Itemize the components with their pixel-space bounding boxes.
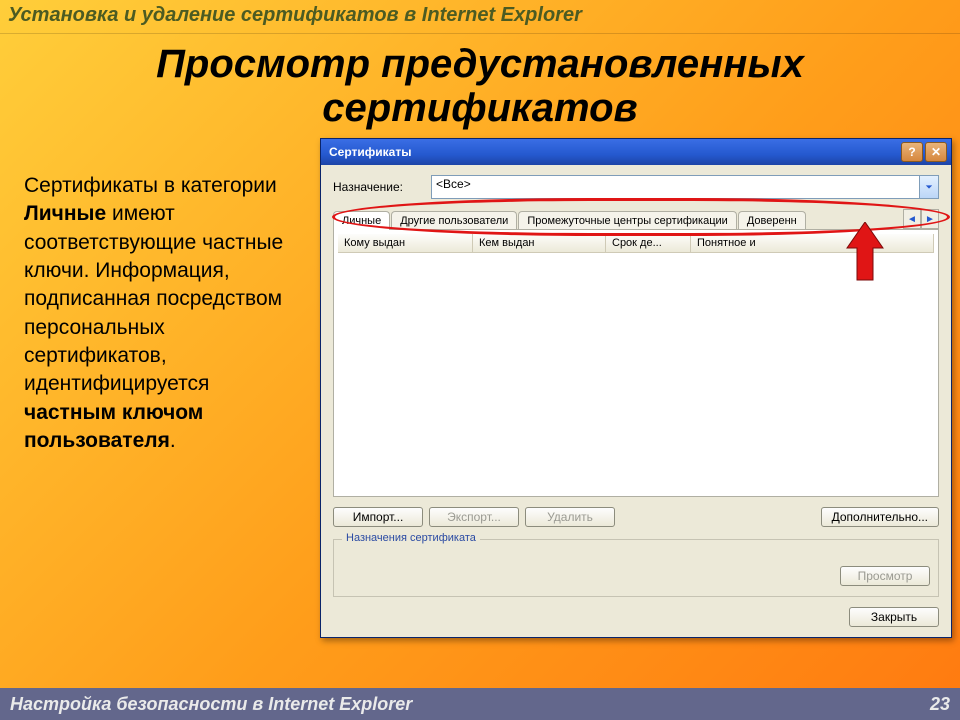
chevron-right-icon: ►: [925, 214, 935, 225]
slide-footer: Настройка безопасности в Internet Explor…: [0, 688, 960, 720]
tab-scroll-right[interactable]: ►: [921, 209, 939, 229]
footer-text: Настройка безопасности в Internet Explor…: [10, 694, 412, 715]
tab-trusted[interactable]: Доверенн: [738, 211, 806, 230]
tab-other-users[interactable]: Другие пользователи: [391, 211, 517, 230]
groupbox-title: Назначения сертификата: [342, 532, 480, 544]
page-number: 23: [930, 694, 950, 715]
view-button[interactable]: Просмотр: [840, 566, 930, 586]
slide-title: Просмотр предустановленных сертификатов: [0, 42, 960, 130]
tab-page: Кому выдан Кем выдан Срок де... Понятное…: [333, 229, 939, 497]
dialog-title: Сертификаты: [329, 145, 411, 159]
slide-body-text: Сертификаты в категории Личные имеют соо…: [24, 172, 284, 455]
slide-header: Установка и удаление сертификатов в Inte…: [0, 0, 960, 34]
chevron-left-icon: ◄: [907, 214, 917, 225]
dialog-titlebar[interactable]: Сертификаты ? ✕: [321, 139, 951, 165]
close-button[interactable]: Закрыть: [849, 607, 939, 627]
tab-personal[interactable]: Личные: [333, 211, 390, 230]
close-window-button[interactable]: ✕: [925, 142, 947, 162]
advanced-button[interactable]: Дополнительно...: [821, 507, 939, 527]
listview-body[interactable]: [338, 253, 934, 475]
column-friendly-name[interactable]: Понятное и: [691, 234, 934, 252]
column-expires[interactable]: Срок де...: [606, 234, 691, 252]
close-icon: ✕: [931, 145, 941, 159]
tab-strip: Личные Другие пользователи Промежуточные…: [333, 209, 939, 229]
help-icon: ?: [908, 145, 915, 159]
purpose-combo[interactable]: <Все>: [431, 175, 939, 199]
tab-intermediate-ca[interactable]: Промежуточные центры сертификации: [518, 211, 736, 230]
help-button[interactable]: ?: [901, 142, 923, 162]
certificates-dialog: Сертификаты ? ✕ Назначение: <Все> Личные…: [320, 138, 952, 638]
import-button[interactable]: Импорт...: [333, 507, 423, 527]
tab-scroll-left[interactable]: ◄: [903, 209, 921, 229]
listview-header: Кому выдан Кем выдан Срок де... Понятное…: [338, 234, 934, 253]
export-button[interactable]: Экспорт...: [429, 507, 519, 527]
column-issued-to[interactable]: Кому выдан: [338, 234, 473, 252]
purpose-label: Назначение:: [333, 180, 403, 194]
column-issued-by[interactable]: Кем выдан: [473, 234, 606, 252]
cert-purpose-groupbox: Назначения сертификата Просмотр: [333, 539, 939, 597]
delete-button[interactable]: Удалить: [525, 507, 615, 527]
purpose-value: <Все>: [436, 177, 471, 191]
chevron-down-icon[interactable]: [919, 176, 938, 198]
